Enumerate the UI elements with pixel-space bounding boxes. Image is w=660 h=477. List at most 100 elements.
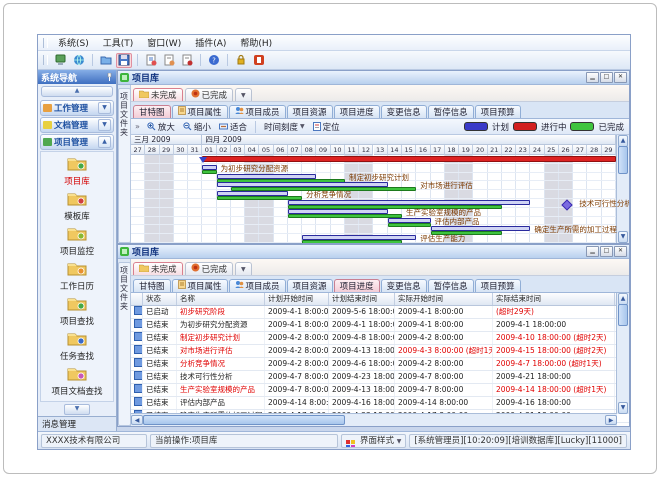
tab-0[interactable]: 甘特图: [133, 279, 171, 292]
table-hscroll-thumb[interactable]: [143, 415, 345, 425]
tab-3[interactable]: 项目资源: [287, 279, 333, 292]
sidebar-item-3[interactable]: 工作日历: [41, 259, 113, 294]
sidebar-item-6[interactable]: 项目文档查找: [41, 364, 113, 399]
table-header-4[interactable]: 实际开始时间: [395, 293, 493, 305]
filter-tabs-overflow[interactable]: ▼: [235, 88, 252, 101]
filter-tabs-overflow[interactable]: ▼: [235, 262, 252, 275]
sidebar-item-2[interactable]: 项目监控: [41, 224, 113, 259]
report-edit-icon[interactable]: [161, 53, 177, 68]
scroll-left-icon[interactable]: ◀: [131, 415, 143, 425]
fit-button[interactable]: 适合: [216, 121, 250, 133]
table-row[interactable]: 已结束为初步研究分配资源2009-4-1 8:00:002009-4-1 18:…: [131, 319, 629, 332]
sidebar-item-0[interactable]: 项目库: [41, 154, 113, 189]
exit-icon[interactable]: [251, 53, 267, 68]
lock-icon[interactable]: [233, 53, 249, 68]
sidebar-section-0[interactable]: 工作管理▼: [40, 100, 114, 116]
sidebar-scroll-up-button[interactable]: ▲: [41, 86, 113, 97]
tab-7[interactable]: 项目预算: [475, 105, 521, 118]
tab-7[interactable]: 项目预算: [475, 279, 521, 292]
tab-1[interactable]: 项目属性: [172, 105, 228, 118]
table-header-0[interactable]: 状态: [143, 293, 177, 305]
report-delete-icon[interactable]: [179, 53, 195, 68]
table-row[interactable]: 已结束分析竞争情况2009-4-2 8:00:002009-4-6 18:00:…: [131, 358, 629, 371]
gantt-actual-bar[interactable]: [388, 223, 431, 227]
filter-tab-0[interactable]: 未完成: [133, 88, 183, 101]
sidebar-section-2[interactable]: 项目管理▲: [40, 134, 114, 150]
table-row[interactable]: 已启动初步研究阶段2009-4-1 8:00:002009-5-6 18:00:…: [131, 306, 629, 319]
zoom-out-button[interactable]: 缩小: [180, 121, 214, 133]
table-header-3[interactable]: 计划结束时间: [329, 293, 395, 305]
menu-item-0[interactable]: 系统(S): [51, 35, 96, 50]
tab-6[interactable]: 暂停信息: [428, 105, 474, 118]
gantt-plan-bar[interactable]: [388, 218, 431, 223]
tab-4[interactable]: 项目进度: [334, 105, 380, 118]
table-scroll-thumb[interactable]: [618, 304, 628, 326]
table-header-2[interactable]: 计划开始时间: [265, 293, 329, 305]
section-chevron-icon[interactable]: ▲: [98, 136, 111, 148]
tab-5[interactable]: 变更信息: [381, 279, 427, 292]
sidebar-item-1[interactable]: 模板库: [41, 189, 113, 224]
filter-tab-1[interactable]: 已完成: [185, 262, 234, 275]
scroll-down-icon[interactable]: ▼: [618, 402, 628, 414]
gantt-vertical-scrollbar[interactable]: ▲ ▼: [616, 135, 629, 243]
menu-item-2[interactable]: 窗口(W): [140, 35, 188, 50]
tab-3[interactable]: 项目资源: [287, 105, 333, 118]
filter-tab-0[interactable]: 未完成: [133, 262, 183, 275]
gantt-plan-bar[interactable]: [217, 174, 317, 179]
tab-0[interactable]: 甘特图: [133, 105, 171, 118]
filter-tab-1[interactable]: 已完成: [185, 88, 234, 101]
scroll-right-icon[interactable]: ▶: [605, 415, 617, 425]
help-icon[interactable]: ?: [206, 53, 222, 68]
project-folder-vertical-tab[interactable]: 项目文件夹: [118, 262, 131, 426]
toolbar-overflow-icon[interactable]: »: [133, 122, 142, 131]
tab-4[interactable]: 项目进度: [334, 279, 380, 292]
maximize-button[interactable]: □: [600, 72, 613, 83]
section-chevron-icon[interactable]: ▼: [98, 102, 111, 114]
sidebar-tab-message[interactable]: 消息管理: [38, 416, 116, 431]
table-row[interactable]: 已结束制定初步研究计划2009-4-2 8:00:002009-4-8 18:0…: [131, 332, 629, 345]
menu-grip[interactable]: [43, 38, 48, 48]
sidebar-item-5[interactable]: 任务查找: [41, 329, 113, 364]
table-row[interactable]: 已结束技术可行性分析2009-4-7 8:00:002009-4-23 18:0…: [131, 371, 629, 384]
report-new-icon[interactable]: [143, 53, 159, 68]
gantt-actual-bar[interactable]: [202, 170, 216, 174]
menu-item-4[interactable]: 帮助(H): [233, 35, 279, 50]
scroll-down-icon[interactable]: ▼: [618, 231, 628, 243]
gantt-actual-bar[interactable]: [288, 214, 402, 218]
sidebar-section-1[interactable]: 文档管理▼: [40, 117, 114, 133]
maximize-button[interactable]: □: [600, 246, 613, 257]
tab-2[interactable]: 项目成员: [229, 105, 286, 118]
pin-icon[interactable]: [105, 73, 113, 81]
table-row[interactable]: 已结束生产实验室规模的产品2009-4-7 8:00:002009-4-13 1…: [131, 384, 629, 397]
tab-2[interactable]: 项目成员: [229, 279, 286, 292]
zoom-in-button[interactable]: 放大: [144, 121, 178, 133]
folder-open-icon[interactable]: [98, 53, 114, 68]
minimize-button[interactable]: ▁: [586, 72, 599, 83]
tab-6[interactable]: 暂停信息: [428, 279, 474, 292]
computer-icon[interactable]: [53, 53, 69, 68]
close-button[interactable]: ✕: [614, 246, 627, 257]
project-folder-vertical-tab[interactable]: 项目文件夹: [118, 88, 131, 243]
section-chevron-icon[interactable]: ▼: [98, 119, 111, 131]
table-vertical-scrollbar[interactable]: ▲ ▼: [616, 293, 629, 414]
save-icon[interactable]: [116, 53, 132, 68]
table-header-1[interactable]: 名称: [177, 293, 265, 305]
gantt-window-titlebar[interactable]: 项目库 ▁ □ ✕: [118, 71, 629, 85]
timescale-button[interactable]: 时间刻度 ▼: [261, 121, 308, 133]
globe-icon[interactable]: [71, 53, 87, 68]
table-window-titlebar[interactable]: 项目库 ▁ □ ✕: [118, 245, 629, 259]
table-row[interactable]: 已结束对市场进行评估2009-4-2 8:00:002009-4-13 18:0…: [131, 345, 629, 358]
ui-style-button[interactable]: 界面样式 ▼: [341, 434, 406, 448]
table-header-5[interactable]: 实际结束时间: [493, 293, 615, 305]
menu-item-3[interactable]: 插件(A): [188, 35, 233, 50]
tab-1[interactable]: 项目属性: [172, 279, 228, 292]
gantt-scroll-thumb[interactable]: [618, 146, 628, 174]
table-horizontal-scrollbar[interactable]: ◀ ▶: [131, 413, 617, 426]
minimize-button[interactable]: ▁: [586, 246, 599, 257]
sidebar-scroll-down-button[interactable]: ▼: [64, 404, 90, 415]
locate-button[interactable]: 定位: [310, 121, 343, 133]
gantt-summary-bar[interactable]: [202, 156, 616, 162]
sidebar-item-4[interactable]: 项目查找: [41, 294, 113, 329]
toolbar-grip[interactable]: [43, 55, 48, 65]
tab-5[interactable]: 变更信息: [381, 105, 427, 118]
